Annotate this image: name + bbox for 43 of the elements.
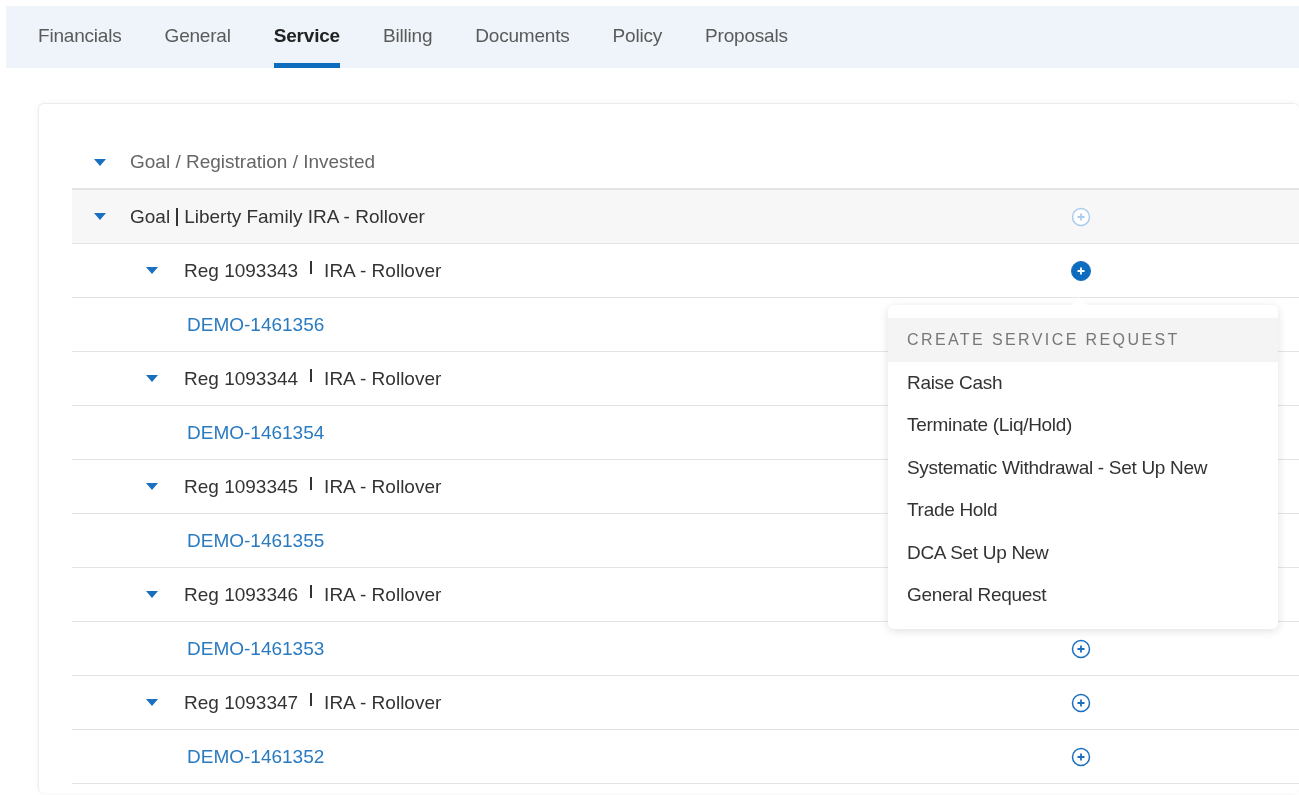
add-icon[interactable]: [1071, 692, 1091, 713]
goal-label: Goal: [130, 205, 171, 228]
menu-item[interactable]: Terminate (Liq/Hold): [888, 404, 1278, 447]
add-icon[interactable]: [1071, 746, 1091, 767]
caret-down-icon[interactable]: [146, 699, 158, 706]
goal-name: Liberty Family IRA - Rollover: [184, 205, 425, 228]
caret-down-icon[interactable]: [146, 267, 158, 274]
menu-item[interactable]: Raise Cash: [888, 361, 1278, 404]
menu-item[interactable]: Trade Hold: [888, 489, 1278, 532]
account-link[interactable]: DEMO-1461355: [187, 529, 325, 552]
menu-item[interactable]: DCA Set Up New: [888, 531, 1278, 574]
account-link[interactable]: DEMO-1461356: [187, 313, 325, 336]
tab[interactable]: Proposals: [705, 6, 788, 68]
registration-type: IRA - Rollover: [324, 583, 442, 606]
menu-item[interactable]: Systematic Withdrawal - Set Up New: [888, 446, 1278, 489]
registration-type: IRA - Rollover: [324, 475, 442, 498]
add-icon[interactable]: [1071, 638, 1091, 659]
caret-down-icon[interactable]: [94, 213, 106, 220]
tab[interactable]: Service: [273, 6, 340, 68]
menu-item[interactable]: General Request: [888, 574, 1278, 617]
registration-number: Reg 1093344: [184, 367, 299, 390]
registration-type: IRA - Rollover: [324, 691, 442, 714]
tab[interactable]: Policy: [612, 6, 663, 68]
account-link[interactable]: DEMO-1461352: [187, 745, 325, 768]
caret-down-icon[interactable]: [94, 158, 106, 166]
caret-down-icon[interactable]: [146, 375, 158, 382]
tab[interactable]: Financials: [38, 6, 122, 68]
caret-down-icon[interactable]: [146, 483, 158, 490]
tab[interactable]: Billing: [382, 6, 433, 68]
caret-down-icon[interactable]: [146, 591, 158, 598]
account-link[interactable]: DEMO-1461354: [187, 421, 325, 444]
registration-number: Reg 1093347: [184, 691, 299, 714]
menu-heading: CREATE SERVICE REQUEST: [888, 317, 1278, 362]
registration-type: IRA - Rollover: [324, 367, 442, 390]
registration-number: Reg 1093343: [184, 259, 299, 282]
tab[interactable]: Documents: [475, 6, 570, 68]
registration-number: Reg 1093345: [184, 475, 299, 498]
column-header: Goal / Registration / Invested: [130, 151, 375, 173]
registration-type: IRA - Rollover: [324, 259, 442, 282]
account-link[interactable]: DEMO-1461353: [187, 637, 325, 660]
registration-number: Reg 1093346: [184, 583, 299, 606]
add-icon[interactable]: [1071, 260, 1091, 281]
tab[interactable]: General: [164, 6, 231, 68]
